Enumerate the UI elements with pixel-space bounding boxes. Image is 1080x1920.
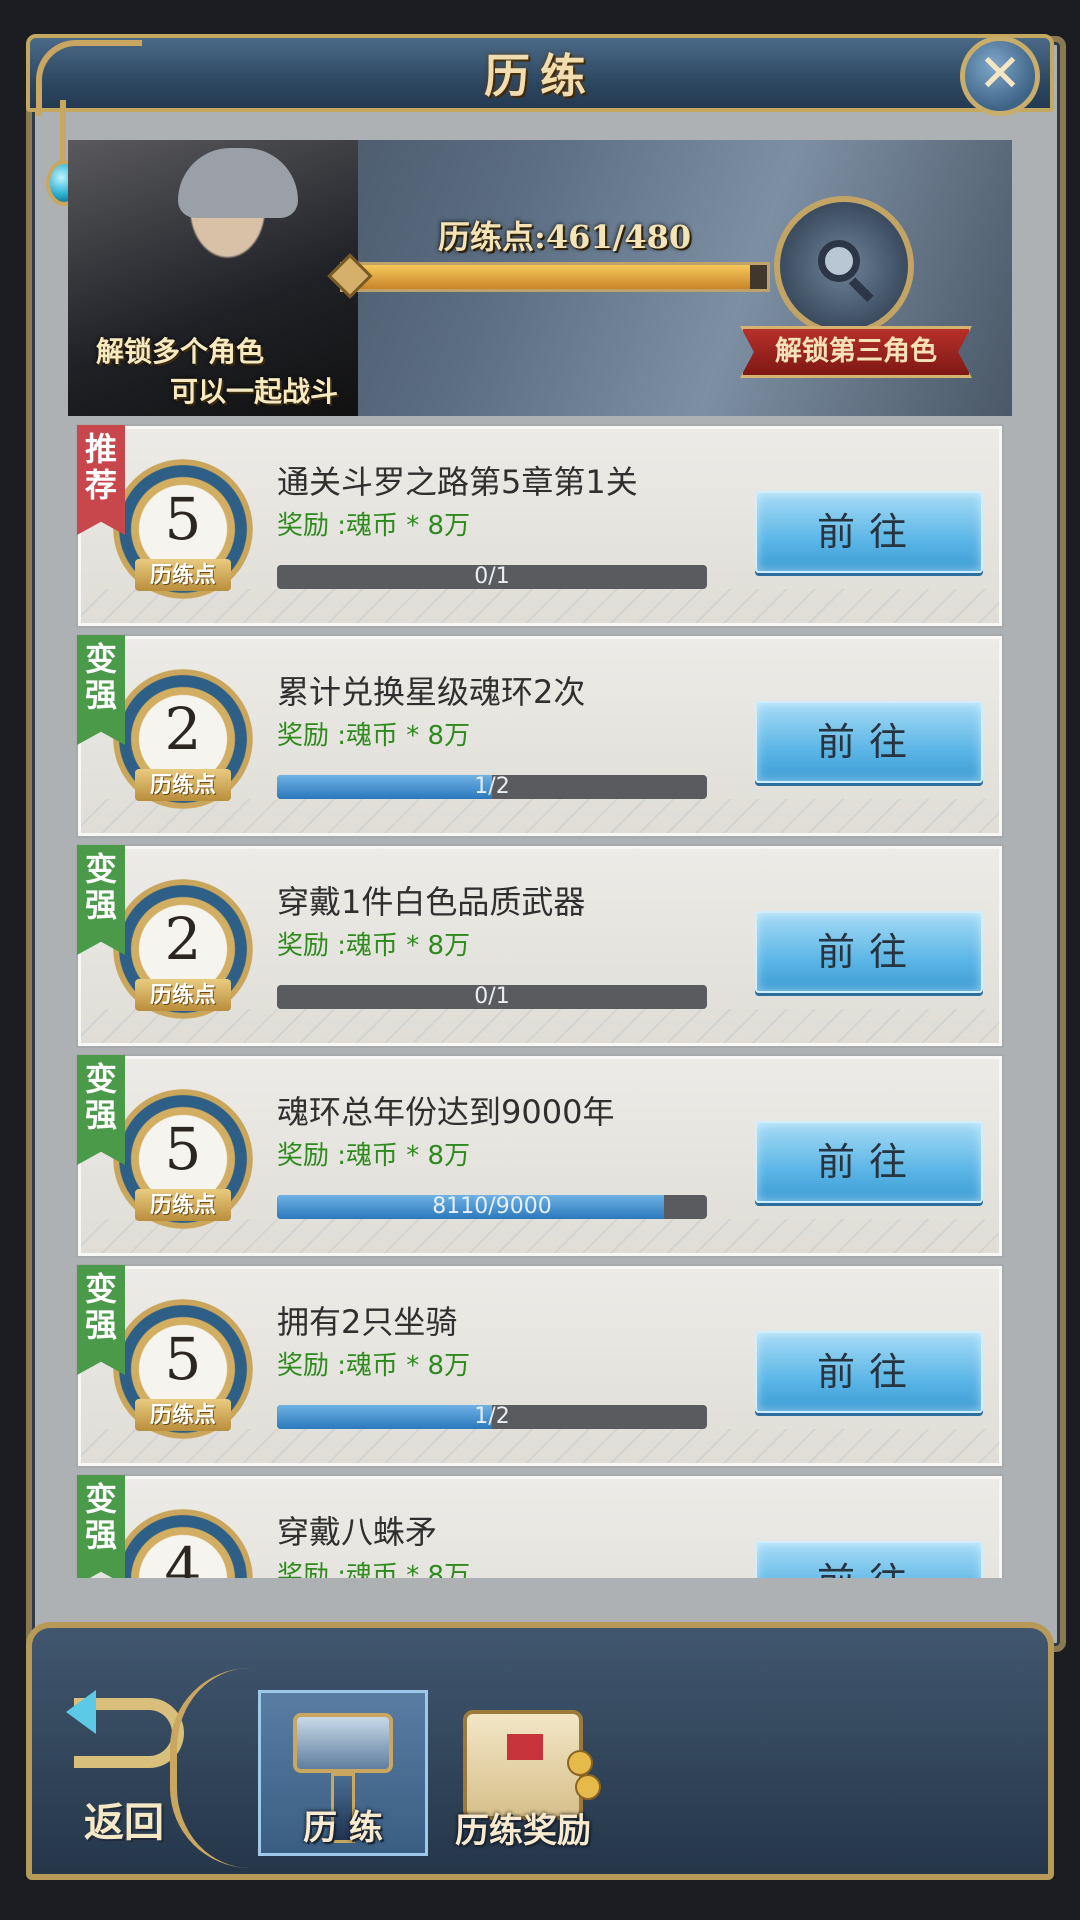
tab-training-rewards-label: 历练奖励 — [455, 1811, 591, 1851]
task-row: 变强 2 历练点 累计兑换星级魂环2次 奖励 :魂币 * 8万 1/2 前往 — [77, 635, 1002, 836]
task-progress-text: 1/2 — [474, 1405, 510, 1429]
tab-training-rewards[interactable]: 历练奖励 — [438, 1690, 608, 1856]
task-reward: 奖励 :魂币 * 8万 — [277, 1141, 471, 1171]
task-progress-text: 1/2 — [474, 775, 510, 799]
task-title: 累计兑换星级魂环2次 — [277, 673, 586, 711]
task-points: 5 — [164, 1115, 202, 1183]
task-progress-bar: 0/1 — [277, 565, 707, 589]
task-points: 4 — [164, 1535, 202, 1578]
task-progress-bar: 1/2 — [277, 1405, 707, 1429]
close-button[interactable]: ✕ — [960, 36, 1040, 116]
task-progress-bar: 1/2 — [277, 775, 707, 799]
task-progress-text: 0/1 — [474, 565, 510, 589]
task-row: 推荐 5 历练点 通关斗罗之路第5章第1关 奖励 :魂币 * 8万 0/1 前往 — [77, 425, 1002, 626]
task-reward: 奖励 :魂币 * 8万 — [277, 931, 471, 961]
task-points-label: 历练点 — [135, 1189, 231, 1221]
task-title: 通关斗罗之路第5章第1关 — [277, 463, 638, 501]
task-points: 5 — [164, 1325, 202, 1393]
task-points-label: 历练点 — [135, 769, 231, 801]
task-row: 变强 4 历练点 穿戴八蛛矛 奖励 :魂币 * 8万 前往 — [77, 1475, 1002, 1578]
task-tag: 变强 — [77, 845, 125, 955]
training-points-label: 历练点:461/480 — [438, 218, 692, 256]
go-button[interactable]: 前往 — [755, 701, 983, 783]
go-button[interactable]: 前往 — [755, 1541, 983, 1578]
points-medal-icon: 2 历练点 — [113, 669, 253, 809]
task-tag: 推荐 — [77, 425, 125, 535]
go-button[interactable]: 前往 — [755, 911, 983, 993]
pendant-chain — [60, 100, 66, 162]
task-tag: 变强 — [77, 1475, 125, 1578]
task-list[interactable]: 推荐 5 历练点 通关斗罗之路第5章第1关 奖励 :魂币 * 8万 0/1 前往… — [70, 418, 1006, 1578]
points-medal-icon: 5 历练点 — [113, 1089, 253, 1229]
close-icon: ✕ — [978, 44, 1022, 104]
points-medal-icon: 4 历练点 — [113, 1509, 253, 1578]
task-points-label: 历练点 — [135, 1399, 231, 1431]
task-title: 穿戴1件白色品质武器 — [277, 883, 586, 921]
task-progress-text: 8110/9000 — [432, 1195, 552, 1219]
task-reward: 奖励 :魂币 * 8万 — [277, 721, 471, 751]
task-tag: 变强 — [77, 1265, 125, 1375]
task-row: 变强 2 历练点 穿戴1件白色品质武器 奖励 :魂币 * 8万 0/1 前往 — [77, 845, 1002, 1046]
training-points-fill — [343, 265, 751, 289]
task-title: 魂环总年份达到9000年 — [277, 1093, 615, 1131]
task-progress-bar: 0/1 — [277, 985, 707, 1009]
task-points: 2 — [164, 905, 202, 973]
task-points-label: 历练点 — [135, 559, 231, 591]
unlock-third-character-ribbon[interactable]: 解锁第三角色 — [740, 326, 972, 378]
back-button[interactable]: 返回 — [84, 1790, 164, 1848]
training-points-bar — [340, 262, 770, 292]
go-button[interactable]: 前往 — [755, 1331, 983, 1413]
task-points-label: 历练点 — [135, 979, 231, 1011]
task-reward: 奖励 :魂币 * 8万 — [277, 511, 471, 541]
tab-training-label: 历 练 — [303, 1808, 383, 1848]
task-title: 拥有2只坐骑 — [277, 1303, 458, 1341]
task-tag: 变强 — [77, 1055, 125, 1165]
points-medal-icon: 2 历练点 — [113, 879, 253, 1019]
task-points: 2 — [164, 695, 202, 763]
task-progress-bar: 8110/9000 — [277, 1195, 707, 1219]
points-medal-icon: 5 历练点 — [113, 459, 253, 599]
task-points: 5 — [164, 485, 202, 553]
go-button[interactable]: 前往 — [755, 1121, 983, 1203]
task-row: 变强 5 历练点 拥有2只坐骑 奖励 :魂币 * 8万 1/2 前往 — [77, 1265, 1002, 1466]
task-title: 穿戴八蛛矛 — [277, 1513, 438, 1551]
magnifier-icon — [818, 240, 860, 282]
tab-training[interactable]: 历 练 — [258, 1690, 428, 1856]
banner-caption-line1: 解锁多个角色 — [96, 335, 265, 368]
task-tag: 变强 — [77, 635, 125, 745]
back-arrow-head — [66, 1690, 96, 1734]
task-progress-text: 0/1 — [474, 985, 510, 1009]
task-reward: 奖励 :魂币 * 8万 — [277, 1561, 471, 1578]
task-row: 变强 5 历练点 魂环总年份达到9000年 奖励 :魂币 * 8万 8110/9… — [77, 1055, 1002, 1256]
banner-caption-line2: 可以一起战斗 — [170, 375, 339, 408]
task-reward: 奖励 :魂币 * 8万 — [277, 1351, 471, 1381]
page-title: 历练 — [484, 49, 596, 103]
points-medal-icon: 5 历练点 — [113, 1299, 253, 1439]
go-button[interactable]: 前往 — [755, 491, 983, 573]
